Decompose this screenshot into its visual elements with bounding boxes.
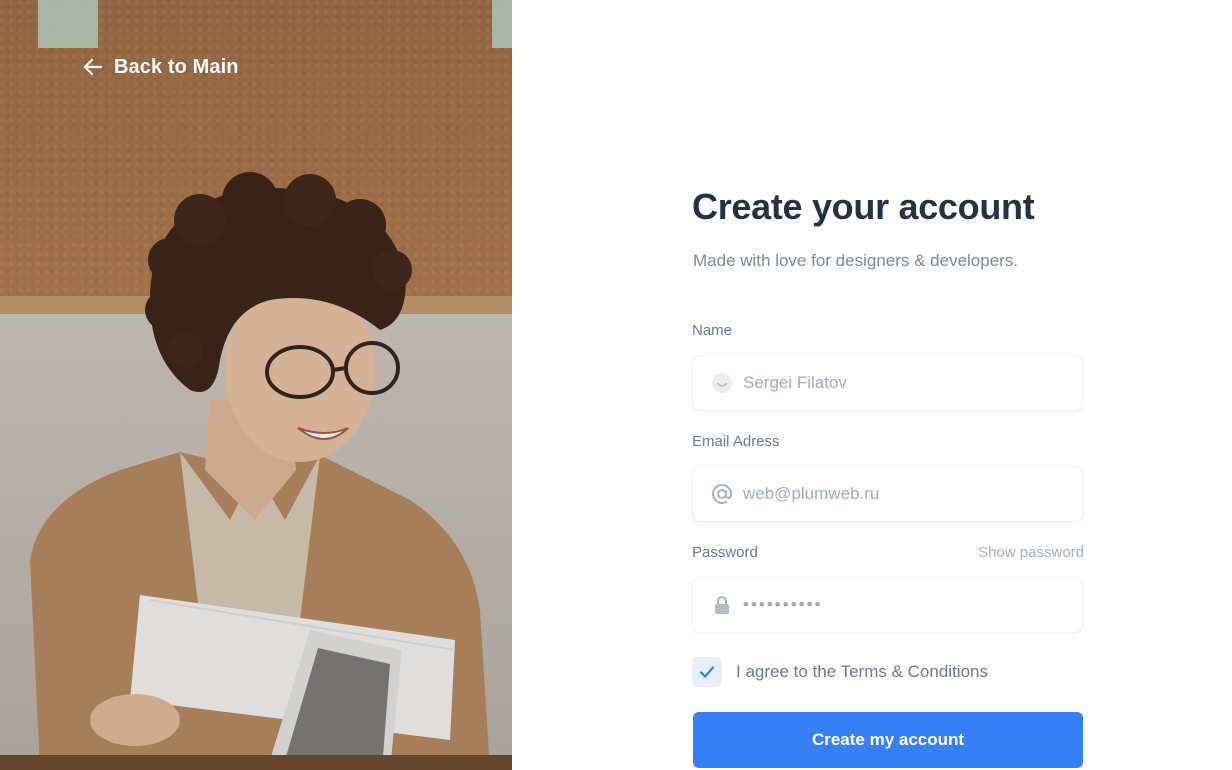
- check-icon: [699, 666, 715, 678]
- page-subtitle: Made with love for designers & developer…: [693, 251, 1019, 270]
- email-field[interactable]: [692, 466, 1083, 522]
- at-icon: [712, 484, 733, 504]
- password-input[interactable]: [743, 590, 1063, 620]
- photo-overlay: [0, 0, 512, 770]
- create-account-button[interactable]: Create my account: [693, 712, 1083, 768]
- terms-label: I agree to the Terms & Conditions: [736, 662, 988, 681]
- lock-icon: [715, 596, 729, 614]
- password-field[interactable]: [692, 577, 1083, 633]
- hero-photo-panel: Back to Main: [0, 0, 512, 770]
- name-input[interactable]: [743, 368, 1063, 398]
- smile-icon: [712, 373, 732, 393]
- back-link-label: Back to Main: [114, 55, 239, 78]
- terms-agreement[interactable]: I agree to the Terms & Conditions: [692, 656, 988, 688]
- show-password-link[interactable]: Show password: [967, 544, 1084, 561]
- terms-checkbox[interactable]: [692, 657, 722, 687]
- back-to-main-link[interactable]: Back to Main: [82, 52, 239, 82]
- name-label: Name: [692, 322, 733, 339]
- page-title: Create your account: [692, 186, 1035, 227]
- signup-form-panel: Create your account Made with love for d…: [512, 0, 1232, 770]
- email-label: Email Adress: [692, 433, 780, 450]
- arrow-left-icon: [83, 58, 103, 76]
- email-input[interactable]: [743, 479, 1063, 509]
- name-field[interactable]: [692, 355, 1083, 411]
- password-label: Password: [692, 544, 758, 561]
